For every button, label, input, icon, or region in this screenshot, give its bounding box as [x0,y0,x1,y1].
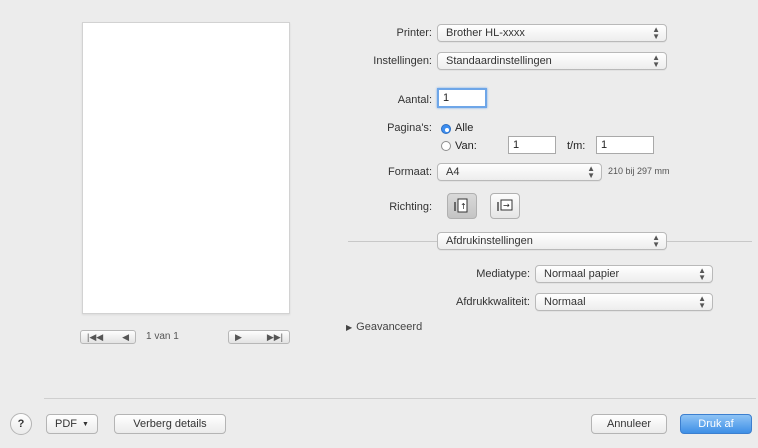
orientation-landscape-button[interactable]: → [490,193,520,219]
help-icon: ? [17,418,25,430]
popup-arrows-icon: ▲ ▼ [652,233,660,249]
pages-to-field[interactable]: 1 [596,136,654,154]
help-button[interactable]: ? [10,413,32,435]
paper-size-popup[interactable]: A4 ▲ ▼ [437,163,602,181]
printer-popup[interactable]: Brother HL-xxxx ▲ ▼ [437,24,667,42]
first-page-button[interactable]: |◀◀ [87,332,103,343]
media-type-value: Normaal papier [544,268,620,280]
print-button[interactable]: Druk af [680,414,752,434]
popup-arrows-icon: ▲ ▼ [698,294,706,310]
orientation-portrait-button[interactable]: ↑ [447,193,477,219]
advanced-label: Geavanceerd [356,321,423,333]
paper-size-value: A4 [446,166,460,178]
copies-label: Aantal: [397,94,432,106]
section-value: Afdrukinstellingen [446,235,533,247]
preview-next-last-control[interactable]: ▶ ▶▶| [228,330,290,344]
pdf-menu-button[interactable]: PDF ▼ [46,414,98,434]
paper-size-label: Formaat: [387,166,432,178]
pages-range-radio[interactable] [441,141,451,151]
chevron-down-icon: ▼ [82,420,89,428]
print-preview [82,22,290,314]
disclosure-triangle-icon: ▶ [346,322,353,332]
pdf-label: PDF [55,418,78,430]
media-type-label: Mediatype: [476,268,530,280]
svg-text:↑: ↑ [460,202,467,211]
portrait-orientation-icon: ↑ [454,198,468,213]
print-quality-label: Afdrukkwaliteit: [456,296,530,308]
popup-arrows-icon: ▲ ▼ [652,53,660,69]
footer-separator [44,398,756,399]
hide-details-button[interactable]: Verberg details [114,414,226,434]
print-quality-value: Normaal [544,296,586,308]
preview-page-indicator: 1 van 1 [146,331,179,342]
printer-value: Brother HL-xxxx [446,27,525,39]
pages-from-field[interactable]: 1 [508,136,556,154]
svg-text:→: → [503,201,510,210]
popup-arrows-icon: ▲ ▼ [652,25,660,41]
previous-page-button[interactable]: ◀ [122,332,129,343]
pages-to-label: t/m: [567,140,586,152]
landscape-orientation-icon: → [497,199,513,211]
popup-arrows-icon: ▲ ▼ [698,266,706,282]
advanced-disclosure[interactable]: ▶ Geavanceerd [346,321,422,333]
paper-dimensions: 210 bij 297 mm [608,166,670,176]
presets-label: Instellingen: [373,55,432,67]
preview-first-prev-control[interactable]: |◀◀ ◀ [80,330,136,344]
pages-from-label: Van: [455,140,477,152]
presets-popup[interactable]: Standaardinstellingen ▲ ▼ [437,52,667,70]
cancel-button[interactable]: Annuleer [591,414,667,434]
print-quality-popup[interactable]: Normaal ▲ ▼ [535,293,713,311]
printer-label: Printer: [396,27,432,39]
pages-all-radio[interactable] [441,124,451,134]
popup-arrows-icon: ▲ ▼ [587,164,595,180]
section-popup[interactable]: Afdrukinstellingen ▲ ▼ [437,232,667,250]
orientation-label: Richting: [389,201,432,213]
copies-field[interactable]: 1 [437,88,487,108]
pages-all-label: Alle [455,122,474,134]
next-page-button[interactable]: ▶ [235,332,242,343]
pages-label: Pagina's: [387,122,432,134]
media-type-popup[interactable]: Normaal papier ▲ ▼ [535,265,713,283]
last-page-button[interactable]: ▶▶| [267,332,283,343]
presets-value: Standaardinstellingen [446,55,552,67]
